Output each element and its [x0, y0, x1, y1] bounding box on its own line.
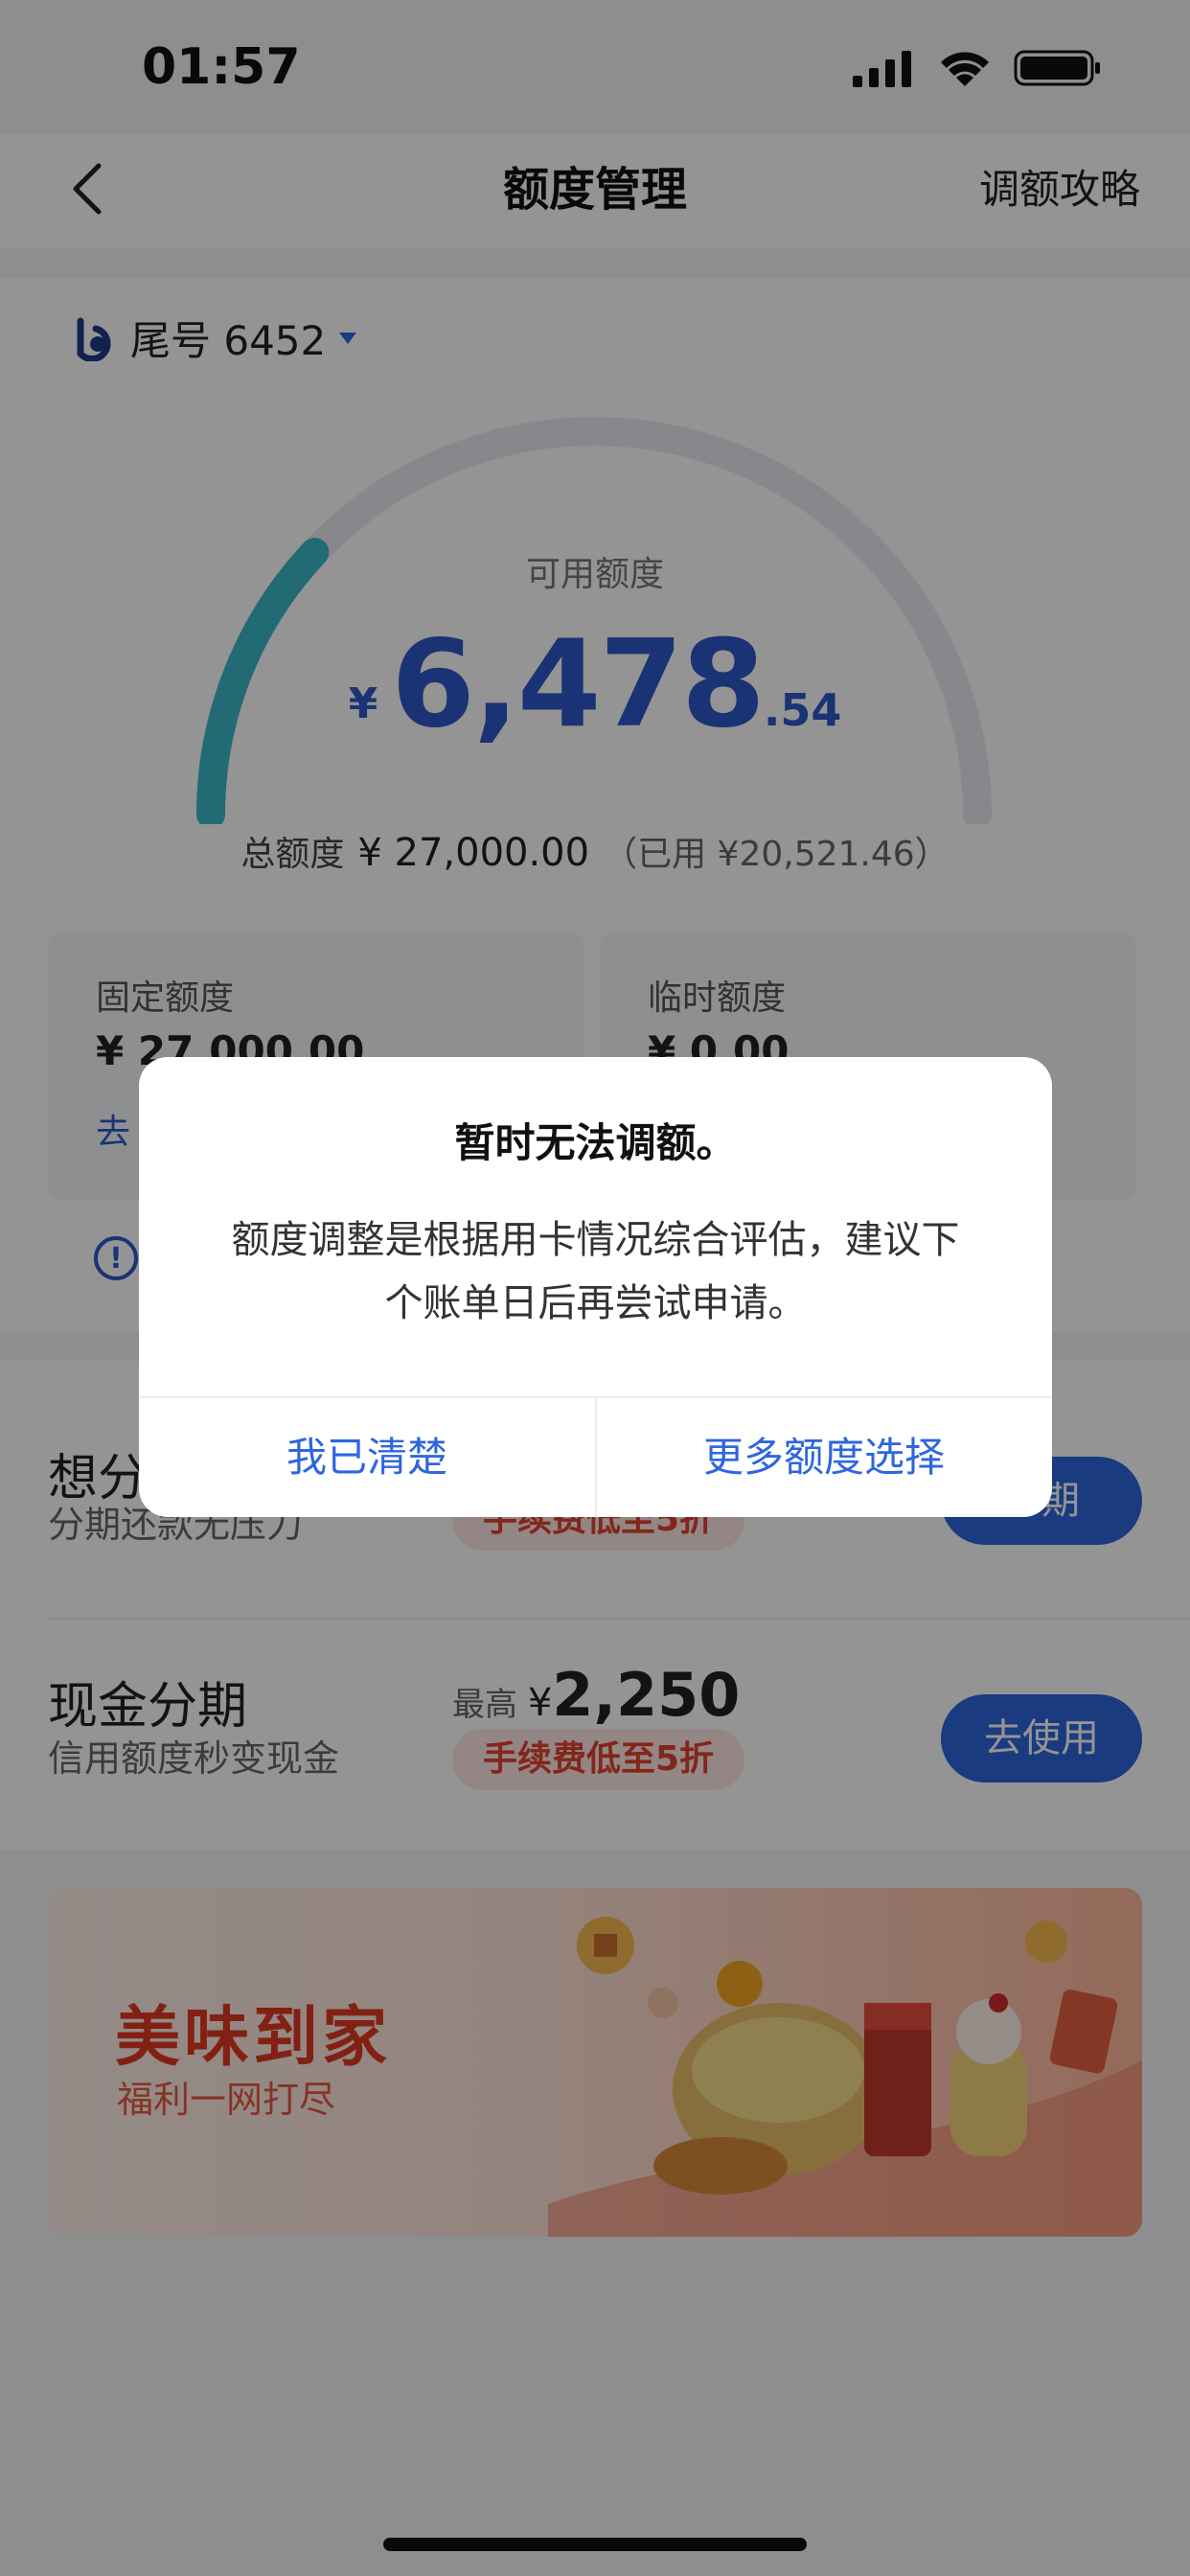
more-options-button[interactable]: 更多额度选择: [596, 1398, 1052, 1517]
acknowledge-button[interactable]: 我已清楚: [139, 1398, 595, 1517]
alert-dialog: 暂时无法调额。 额度调整是根据用卡情况综合评估，建议下个账单日后再尝试申请。 我…: [139, 1057, 1052, 1517]
dialog-title: 暂时无法调额。: [454, 1119, 737, 1166]
dialog-message: 额度调整是根据用卡情况综合评估，建议下个账单日后再尝试申请。: [231, 1218, 960, 1325]
